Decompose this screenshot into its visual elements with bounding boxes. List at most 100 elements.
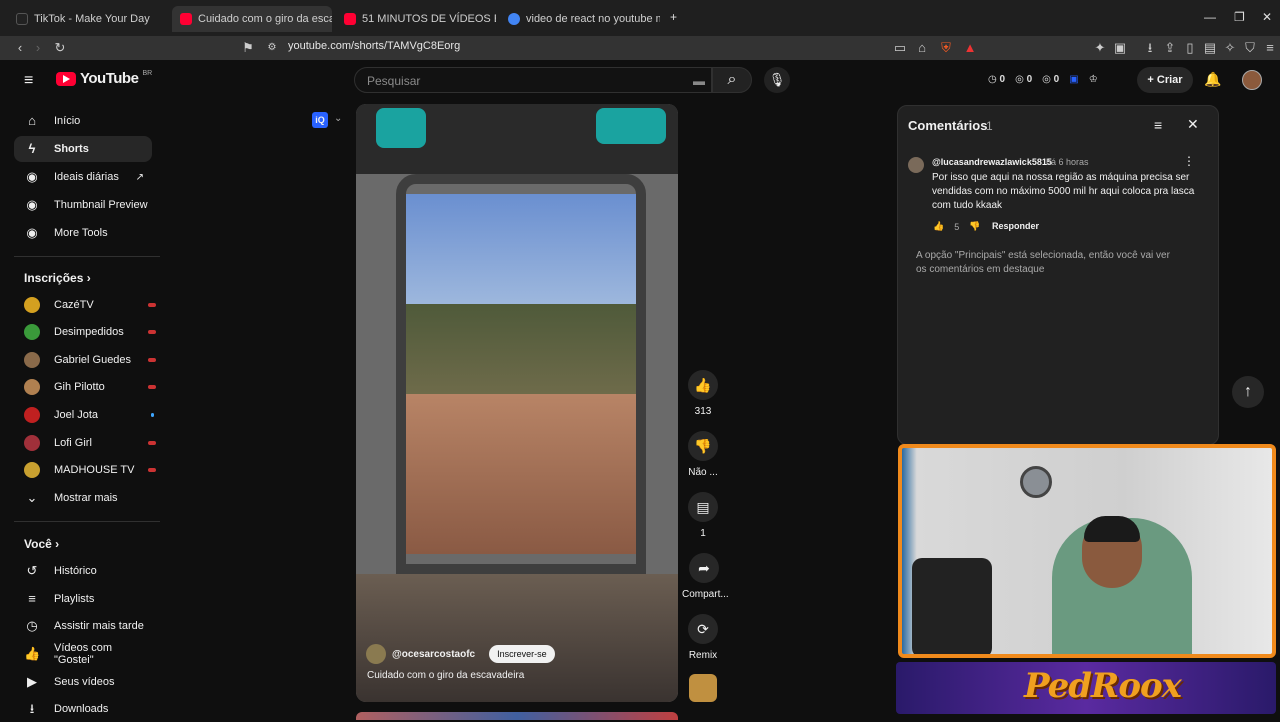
subscriptions-heading[interactable]: Inscrições › [24, 271, 91, 285]
chevron-right-icon: › [86, 271, 91, 285]
new-tab-icon[interactable]: + [670, 10, 677, 24]
thumbs-down-icon[interactable]: 👎 [969, 221, 980, 232]
keyboard-icon[interactable]: ▬ [693, 74, 705, 88]
sidebar-item-your-videos[interactable]: ▶ Seus vídeos [14, 669, 152, 695]
previous-short-button[interactable]: ↑ [1232, 376, 1264, 408]
channel-avatar[interactable] [366, 644, 386, 664]
sidebar-sub[interactable]: Desimpedidos [14, 319, 156, 345]
tab-google[interactable]: video de react no youtube monetiza [500, 6, 660, 32]
tab-youtube-active[interactable]: Cuidado com o giro da escava ✕ [172, 6, 332, 32]
subscribe-button[interactable]: Inscrever-se [489, 645, 555, 663]
you-heading[interactable]: Você › [24, 537, 59, 551]
sort-icon[interactable]: ≡ [1154, 117, 1162, 133]
iq-extension-icon[interactable]: iQ [312, 112, 328, 128]
new-content-dot-icon [151, 413, 154, 417]
close-icon[interactable]: ✕ [1187, 116, 1199, 133]
cab-detail [596, 108, 666, 144]
wallet-icon[interactable]: ▤ [1202, 40, 1218, 56]
back-icon[interactable]: ‹ [12, 40, 28, 56]
site-info-icon[interactable]: ⚙ [264, 40, 280, 56]
search-button[interactable]: ⌕ [712, 67, 752, 93]
comments-button[interactable]: ▤ 1 [682, 492, 724, 539]
show-more-button[interactable]: ⌄ Mostrar mais [14, 485, 152, 511]
create-button[interactable]: + Criar [1137, 67, 1193, 93]
hamburger-menu-icon[interactable]: ≡ [24, 72, 33, 90]
sidebar-sub[interactable]: Gih Pilotto [14, 374, 156, 400]
share-button[interactable]: ➦ Compart... [682, 553, 729, 600]
restore-icon[interactable]: ❐ [1234, 10, 1245, 24]
next-short-preview[interactable] [356, 712, 678, 720]
reload-icon[interactable]: ↻ [52, 40, 68, 56]
forward-icon[interactable]: › [30, 40, 46, 56]
sidebar-sub[interactable]: Joel Jota [14, 402, 154, 428]
tab-youtube-2[interactable]: 51 MINUTOS DE VÍDEOS ENGRAÇAD [336, 6, 496, 32]
sidebar-item-shorts[interactable]: ϟ Shorts [14, 136, 152, 162]
channel-handle[interactable]: @ocesarcostaofc [392, 649, 475, 660]
close-window-icon[interactable]: ✕ [1262, 10, 1272, 24]
reply-button[interactable]: Responder [992, 221, 1039, 231]
comments-title: Comentários [908, 118, 988, 133]
extension-counters: ◷ 0 ◎ 0 ◎ 0 ▣ ♔ [988, 74, 1098, 85]
sidebar-item-liked[interactable]: 👍 Vídeos com "Gostei" [14, 641, 152, 667]
voice-search-button[interactable]: 🎙 [764, 67, 790, 93]
dislike-button[interactable]: 👎 Não ... [682, 431, 724, 478]
translate-icon[interactable]: ⌂ [914, 40, 930, 56]
thumbs-up-icon[interactable]: 👍 [933, 221, 944, 232]
extensions-icon[interactable]: ✦ [1092, 40, 1108, 56]
leo-icon[interactable]: ✧ [1222, 40, 1238, 56]
iq-icon[interactable]: ▣ [1069, 74, 1078, 85]
screenshot-icon[interactable]: ▣ [1112, 40, 1128, 56]
cab-detail [376, 108, 426, 148]
notifications-bell-icon[interactable]: 🔔 [1204, 71, 1221, 88]
bookmark-icon[interactable]: ⚑ [240, 40, 256, 56]
sidebar-item-label: More Tools [54, 227, 108, 239]
tab-tiktok[interactable]: TikTok - Make Your Day [8, 6, 168, 32]
cast-icon[interactable]: ▭ [892, 40, 908, 56]
browser-toolbar [0, 36, 1280, 60]
sidebar-toggle-icon[interactable]: ▯ [1182, 40, 1198, 56]
sidebar-item-watch-later[interactable]: ◷ Assistir mais tarde [14, 613, 152, 639]
rewards-icon[interactable]: ▲ [962, 40, 978, 56]
youtube-logo[interactable]: YouTube BR [56, 70, 152, 87]
sidebar-item-thumbnail[interactable]: ◉ Thumbnail Preview [14, 192, 152, 218]
address-bar[interactable]: youtube.com/shorts/TAMVgC8Eorg [288, 40, 460, 52]
sound-thumbnail[interactable] [689, 674, 717, 702]
chevron-down-icon[interactable]: ⌄ [334, 113, 342, 124]
vpn-icon[interactable]: ⛉ [1242, 40, 1258, 56]
minimize-icon[interactable]: — [1204, 10, 1216, 24]
sidebar-sub[interactable]: MADHOUSE TV [14, 457, 156, 483]
channel-avatar [24, 352, 40, 368]
sidebar-item-label: Vídeos com "Gostei" [54, 642, 113, 666]
thumbs-up-icon: 👍 [24, 646, 41, 661]
commenter-avatar[interactable] [908, 157, 924, 173]
sidebar-item-tools[interactable]: ◉ More Tools [14, 220, 152, 246]
account-avatar[interactable] [1242, 70, 1262, 90]
trophy-icon[interactable]: ♔ [1089, 74, 1098, 85]
live-icon [148, 358, 156, 362]
sidebar-sub[interactable]: CazéTV [14, 292, 156, 318]
more-options-icon[interactable]: ⋮ [1183, 154, 1195, 168]
logo-text: YouTube [80, 70, 139, 87]
search-input[interactable]: Pesquisar ▬ [354, 67, 712, 93]
brave-shield-icon[interactable]: ⛨ [938, 40, 954, 56]
menu-icon[interactable]: ≡ [1262, 40, 1278, 56]
sidebar-item-playlists[interactable]: ≡ Playlists [14, 586, 152, 612]
sidebar-item-label: Início [54, 115, 81, 127]
like-button[interactable]: 👍 313 [682, 370, 724, 417]
cab-floor [356, 574, 678, 702]
tiktok-icon [16, 13, 28, 25]
remix-button[interactable]: ⟳ Remix [682, 614, 724, 661]
sidebar-item-downloads[interactable]: ⭳ Downloads [14, 696, 152, 722]
share-icon[interactable]: ⇪ [1162, 40, 1178, 56]
arrow-up-icon: ↑ [1244, 383, 1252, 400]
sidebar-sub[interactable]: Lofi Girl [14, 430, 156, 456]
download-icon[interactable]: ⭳ [1142, 40, 1158, 56]
short-title[interactable]: Cuidado com o giro da escavadeira [367, 670, 524, 681]
sidebar-item-inicio[interactable]: ⌂ Início [14, 108, 152, 134]
comment-time[interactable]: há 6 horas [1046, 157, 1089, 167]
sidebar-item-historico[interactable]: ↺ Histórico [14, 558, 152, 584]
commenter-handle[interactable]: @lucasandrewazlawick5815 [932, 157, 1052, 167]
sidebar-item-ideias[interactable]: ◉ Ideais diárias ↗ [14, 164, 152, 190]
sidebar-sub[interactable]: Gabriel Guedes [14, 347, 156, 373]
short-video-player[interactable] [356, 104, 678, 702]
